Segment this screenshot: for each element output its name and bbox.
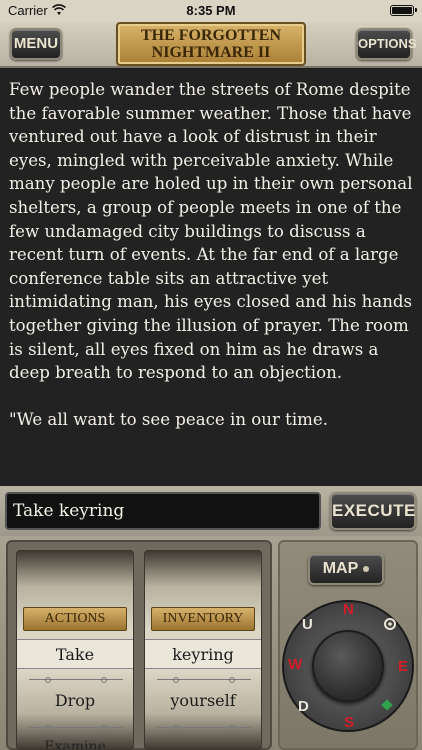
picker-frame: ACTIONS Take Drop Examine INVENTORY keyr… bbox=[6, 540, 272, 750]
actions-picker[interactable]: ACTIONS Take Drop Examine bbox=[16, 550, 134, 750]
picker-divider bbox=[29, 725, 123, 731]
picker-divider bbox=[157, 725, 251, 731]
story-text-area[interactable]: Few people wander the streets of Rome de… bbox=[0, 70, 422, 486]
inventory-selected-item[interactable]: keyring bbox=[145, 639, 261, 669]
inventory-label: INVENTORY bbox=[151, 607, 255, 631]
look-icon[interactable] bbox=[382, 616, 398, 632]
game-title: THE FORGOTTEN NIGHTMARE II bbox=[116, 22, 306, 66]
command-input[interactable]: Take keyring bbox=[5, 492, 321, 530]
picker-divider bbox=[29, 677, 123, 683]
up-button[interactable]: U bbox=[302, 616, 313, 633]
map-indicator-icon bbox=[363, 565, 370, 572]
actions-item[interactable]: Examine bbox=[17, 737, 133, 749]
joystick-knob[interactable] bbox=[312, 630, 384, 702]
story-paragraph: Few people wander the streets of Rome de… bbox=[9, 80, 413, 383]
east-button[interactable]: E bbox=[398, 658, 408, 675]
inventory-picker[interactable]: INVENTORY keyring yourself bbox=[144, 550, 262, 750]
direction-dial[interactable]: N E S W U D bbox=[282, 600, 414, 732]
battery-icon bbox=[390, 5, 417, 16]
story-paragraph: "We all want to see peace in our time. bbox=[9, 409, 328, 429]
title-line-2: NIGHTMARE II bbox=[151, 44, 271, 61]
map-label: MAP bbox=[322, 560, 359, 577]
actions-selected-item[interactable]: Take bbox=[17, 639, 133, 669]
top-bar: MENU THE FORGOTTEN NIGHTMARE II OPTIONS bbox=[0, 22, 422, 68]
options-button[interactable]: OPTIONS bbox=[356, 28, 417, 60]
southeast-marker-icon bbox=[381, 699, 393, 711]
west-button[interactable]: W bbox=[288, 656, 302, 673]
picker-divider bbox=[157, 677, 251, 683]
north-button[interactable]: N bbox=[343, 601, 354, 618]
execute-button[interactable]: EXECUTE bbox=[330, 492, 416, 530]
map-button[interactable]: MAP bbox=[308, 553, 384, 585]
clock: 8:35 PM bbox=[186, 3, 236, 18]
down-button[interactable]: D bbox=[298, 698, 309, 715]
command-bar: Take keyring EXECUTE bbox=[0, 486, 422, 536]
title-line-1: THE FORGOTTEN bbox=[140, 27, 282, 44]
status-bar: Carrier 8:35 PM bbox=[0, 0, 422, 22]
menu-button[interactable]: MENU bbox=[10, 28, 62, 60]
inventory-item[interactable]: yourself bbox=[145, 687, 261, 715]
south-button[interactable]: S bbox=[344, 714, 354, 731]
actions-label: ACTIONS bbox=[23, 607, 127, 631]
actions-item[interactable]: Drop bbox=[17, 687, 133, 715]
